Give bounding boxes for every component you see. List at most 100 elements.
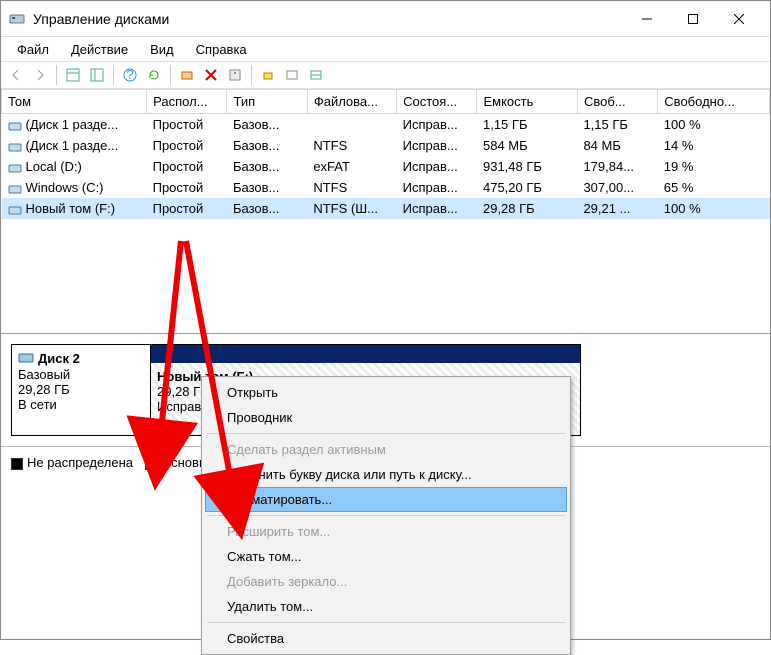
help-icon[interactable]: ?	[119, 64, 141, 86]
table-header-row: Том Распол... Тип Файлова... Состоя... Е…	[2, 90, 770, 114]
cell-free: 29,21 ...	[577, 198, 657, 219]
cell-status: Исправ...	[397, 135, 477, 156]
cell-name: (Диск 1 разде...	[2, 114, 147, 136]
cell-name: Windows (C:)	[2, 177, 147, 198]
disk-info-box[interactable]: Диск 2 Базовый 29,28 ГБ В сети	[11, 344, 151, 436]
properties-icon[interactable]	[224, 64, 246, 86]
cell-layout: Простой	[147, 198, 227, 219]
table-row[interactable]: (Диск 1 разде...ПростойБазов...Исправ...…	[2, 114, 770, 136]
cell-status: Исправ...	[397, 156, 477, 177]
cell-free: 84 МБ	[577, 135, 657, 156]
separator	[207, 622, 565, 623]
table-row[interactable]: Windows (C:)ПростойБазов...NTFSИсправ...…	[2, 177, 770, 198]
col-free[interactable]: Своб...	[577, 90, 657, 114]
close-button[interactable]	[716, 3, 762, 35]
cell-fs: NTFS (Ш...	[307, 198, 396, 219]
col-filesystem[interactable]: Файлова...	[307, 90, 396, 114]
ctx-add-mirror: Добавить зеркало...	[205, 569, 567, 594]
ctx-properties[interactable]: Свойства	[205, 626, 567, 651]
disk-size: 29,28 ГБ	[18, 382, 144, 397]
cell-layout: Простой	[147, 114, 227, 136]
cell-cap: 584 МБ	[477, 135, 577, 156]
cell-pct: 100 %	[658, 198, 770, 219]
cell-free: 179,84...	[577, 156, 657, 177]
partition-header	[151, 345, 580, 363]
back-icon	[5, 64, 27, 86]
maximize-button[interactable]	[670, 3, 716, 35]
cell-status: Исправ...	[397, 198, 477, 219]
ctx-change-letter[interactable]: Изменить букву диска или путь к диску...	[205, 462, 567, 487]
menu-help[interactable]: Справка	[186, 40, 257, 59]
context-menu: Открыть Проводник Сделать раздел активны…	[201, 376, 571, 655]
minimize-button[interactable]	[624, 3, 670, 35]
window-title: Управление дисками	[33, 11, 624, 27]
cell-name: Local (D:)	[2, 156, 147, 177]
cell-cap: 931,48 ГБ	[477, 156, 577, 177]
col-status[interactable]: Состоя...	[397, 90, 477, 114]
separator	[56, 65, 57, 85]
drive-icon	[18, 352, 34, 367]
ctx-mark-active: Сделать раздел активным	[205, 437, 567, 462]
menu-bar: Файл Действие Вид Справка	[1, 37, 770, 61]
col-free-pct[interactable]: Свободно...	[658, 90, 770, 114]
cell-type: Базов...	[227, 135, 307, 156]
col-layout[interactable]: Распол...	[147, 90, 227, 114]
title-bar: Управление дисками	[1, 1, 770, 37]
ctx-extend: Расширить том...	[205, 519, 567, 544]
menu-file[interactable]: Файл	[7, 40, 59, 59]
refresh-icon[interactable]	[143, 64, 165, 86]
cell-name: Новый том (F:)	[2, 198, 147, 219]
cell-fs: NTFS	[307, 177, 396, 198]
swatch-primary	[145, 458, 157, 470]
separator	[113, 65, 114, 85]
toolbar-icon[interactable]	[176, 64, 198, 86]
delete-icon[interactable]	[200, 64, 222, 86]
table-row[interactable]: Новый том (F:)ПростойБазов...NTFS (Ш...И…	[2, 198, 770, 219]
cell-cap: 1,15 ГБ	[477, 114, 577, 136]
disk-label: Диск 2	[38, 351, 80, 366]
col-capacity[interactable]: Емкость	[477, 90, 577, 114]
col-type[interactable]: Тип	[227, 90, 307, 114]
toolbar: ?	[1, 61, 770, 89]
toolbar-icon[interactable]	[257, 64, 279, 86]
legend-unallocated: Не распределена	[11, 455, 133, 470]
cell-cap: 29,28 ГБ	[477, 198, 577, 219]
separator	[207, 433, 565, 434]
ctx-format[interactable]: Форматировать...	[205, 487, 567, 512]
disk-type: Базовый	[18, 367, 144, 382]
cell-cap: 475,20 ГБ	[477, 177, 577, 198]
cell-fs: exFAT	[307, 156, 396, 177]
ctx-delete[interactable]: Удалить том...	[205, 594, 567, 619]
cell-fs: NTFS	[307, 135, 396, 156]
ctx-shrink[interactable]: Сжать том...	[205, 544, 567, 569]
separator	[251, 65, 252, 85]
forward-icon	[29, 64, 51, 86]
cell-type: Базов...	[227, 177, 307, 198]
cell-layout: Простой	[147, 177, 227, 198]
cell-type: Базов...	[227, 156, 307, 177]
ctx-explorer[interactable]: Проводник	[205, 405, 567, 430]
cell-pct: 65 %	[658, 177, 770, 198]
toolbar-icon[interactable]	[305, 64, 327, 86]
swatch-unallocated	[11, 458, 23, 470]
disk-status: В сети	[18, 397, 144, 412]
cell-name: (Диск 1 разде...	[2, 135, 147, 156]
cell-pct: 19 %	[658, 156, 770, 177]
svg-text:?: ?	[126, 68, 133, 82]
cell-status: Исправ...	[397, 177, 477, 198]
separator	[207, 515, 565, 516]
separator	[170, 65, 171, 85]
ctx-open[interactable]: Открыть	[205, 380, 567, 405]
table-row[interactable]: (Диск 1 разде...ПростойБазов...NTFSИспра…	[2, 135, 770, 156]
toolbar-icon[interactable]	[281, 64, 303, 86]
table-row[interactable]: Local (D:)ПростойБазов...exFATИсправ...9…	[2, 156, 770, 177]
toolbar-icon[interactable]	[62, 64, 84, 86]
menu-action[interactable]: Действие	[61, 40, 138, 59]
menu-view[interactable]: Вид	[140, 40, 184, 59]
volume-list[interactable]: Том Распол... Тип Файлова... Состоя... Е…	[1, 89, 770, 334]
cell-pct: 100 %	[658, 114, 770, 136]
col-volume[interactable]: Том	[2, 90, 147, 114]
toolbar-icon[interactable]	[86, 64, 108, 86]
cell-layout: Простой	[147, 135, 227, 156]
cell-pct: 14 %	[658, 135, 770, 156]
